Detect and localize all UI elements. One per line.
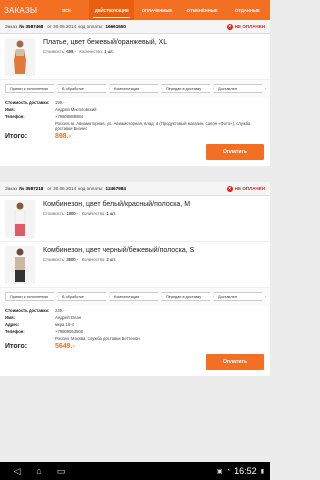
- payment-code-label: код оплаты:: [78, 24, 104, 29]
- product-price: 3600.-: [66, 257, 79, 262]
- step-packing: Комплектация: [109, 292, 162, 301]
- orders-list[interactable]: Заказ № 3587468 от 30.06.2014 код оплаты…: [0, 20, 270, 462]
- close-circle-icon: ×: [226, 23, 233, 30]
- system-nav-bar: ◁ ⌂ ▭ ▣ ◔ 16:52 ▮: [0, 462, 270, 480]
- customer-name: Андрей Олан: [55, 315, 82, 320]
- close-circle-icon: ×: [226, 185, 233, 192]
- product-meta: Стоимость: 3600.- Количество: 2 шт.: [43, 257, 116, 262]
- order-header: Заказ № 3587468 от 30.06.2014 код оплаты…: [0, 20, 270, 34]
- product-title[interactable]: Комбинезон, цвет черный/бежевый/полоска,…: [43, 247, 265, 254]
- app-bar: ЗАКАЗЫ Все Действующие Оплаченные Отменё…: [0, 0, 270, 20]
- wifi-icon: ◔: [226, 468, 231, 474]
- pay-button[interactable]: Оплатить: [206, 354, 264, 370]
- step-shipping: Передан в доставку: [161, 84, 214, 93]
- order-item[interactable]: Комбинезон, цвет белый/красный/полоска, …: [0, 196, 270, 242]
- delivery-address: Россия, Москва, служба доставки Беттенон: [55, 336, 140, 341]
- order-details: Стоимость доставки: 249.- Имя: Андрей Олан…: [0, 306, 270, 350]
- status-badge: × НЕ ОПЛАЧЕН: [226, 185, 265, 192]
- order-date: от 30.06.2014: [47, 186, 77, 191]
- tab-active[interactable]: Действующие: [89, 0, 135, 20]
- pay-button[interactable]: Оплатить: [206, 144, 264, 160]
- product-qty: 2 шт.: [106, 257, 116, 262]
- product-qty: 1 шт.: [106, 211, 116, 216]
- status-text: НЕ ОПЛАЧЕН: [234, 24, 265, 29]
- step-accepted: Принят к исполнению: [5, 292, 58, 301]
- order-item[interactable]: Платье, цвет бежевый/оранжевый, XL Стоим…: [0, 34, 270, 80]
- product-image: [5, 38, 35, 76]
- order-total: 898.-: [55, 133, 71, 140]
- product-image: [5, 200, 35, 238]
- order-number: № 3587468: [19, 24, 44, 29]
- step-packing: Комплектация: [109, 84, 162, 93]
- app-title: ЗАКАЗЫ: [4, 5, 38, 15]
- clock: 16:52: [234, 466, 257, 476]
- order-number: № 3587218: [19, 186, 44, 191]
- payment-code: 12467984: [105, 186, 126, 191]
- product-meta: Стоимость: 1800.- Количество: 1 шт.: [43, 211, 116, 216]
- tab-paid[interactable]: Оплаченные: [134, 0, 179, 20]
- order-item[interactable]: Комбинезон, цвет черный/бежевый/полоска,…: [0, 242, 270, 288]
- product-title[interactable]: Комбинезон, цвет белый/красный/полоска, …: [43, 201, 265, 208]
- order-header: Заказ № 3587218 от 30.06.2014 код оплаты…: [0, 182, 270, 196]
- product-qty: 1 шт.: [104, 49, 114, 54]
- order-card: Заказ № 3587218 от 30.06.2014 код оплаты…: [0, 182, 270, 376]
- product-image: [5, 246, 35, 284]
- order-tabs: Все Действующие Оплаченные Отменённые От…: [44, 0, 270, 20]
- product-title[interactable]: Платье, цвет бежевый/оранжевый, XL: [43, 39, 265, 46]
- order-progress: Принят к исполнению В обработке Комплект…: [0, 80, 270, 98]
- tab-delivered[interactable]: Отданные: [225, 0, 270, 20]
- product-price: 1800.-: [66, 211, 79, 216]
- battery-icon: ▮: [260, 468, 264, 475]
- order-date: от 30.06.2014: [47, 24, 77, 29]
- order-label: Заказ: [5, 186, 18, 191]
- product-price: 699.-: [66, 49, 76, 54]
- customer-phone: +79809553500: [55, 329, 84, 334]
- tab-cancelled[interactable]: Отменённые: [180, 0, 225, 20]
- tab-all[interactable]: Все: [44, 0, 89, 20]
- back-icon[interactable]: ◁: [6, 466, 28, 477]
- image-notification-icon: ▣: [216, 468, 223, 475]
- delivery-cost: 199.-: [55, 100, 65, 105]
- order-card: Заказ № 3587468 от 30.06.2014 код оплаты…: [0, 20, 270, 166]
- customer-name: Андрей Миспловский: [55, 107, 97, 112]
- delivery-address: Россия, м. Авиамоторная, ул. Авиамоторна…: [55, 121, 251, 131]
- order-details: Стоимость доставки: 199.- Имя: Андрей Мисп…: [0, 98, 270, 140]
- product-meta: Стоимость: 699.- Количество: 1 шт.: [43, 49, 114, 54]
- step-delivered: Доставлен: [213, 84, 266, 93]
- status-badge: × НЕ ОПЛАЧЕН: [226, 23, 265, 30]
- customer-address-line: мкра 16-4: [55, 322, 74, 327]
- payment-code: 16661550: [105, 24, 126, 29]
- payment-code-label: код оплаты:: [78, 186, 104, 191]
- customer-phone: +79809888884: [55, 114, 84, 119]
- recent-apps-icon[interactable]: ▭: [50, 466, 72, 477]
- step-accepted: Принят к исполнению: [5, 84, 58, 93]
- order-total: 5649.-: [55, 343, 75, 350]
- step-processing: В обработке: [57, 292, 110, 301]
- order-progress: Принят к исполнению В обработке Комплект…: [0, 288, 270, 306]
- home-icon[interactable]: ⌂: [28, 466, 50, 476]
- order-label: Заказ: [5, 24, 18, 29]
- step-delivered: Доставлен: [213, 292, 266, 301]
- delivery-cost: 249.-: [55, 308, 65, 313]
- step-shipping: Передан в доставку: [161, 292, 214, 301]
- step-processing: В обработке: [57, 84, 110, 93]
- status-text: НЕ ОПЛАЧЕН: [234, 186, 265, 191]
